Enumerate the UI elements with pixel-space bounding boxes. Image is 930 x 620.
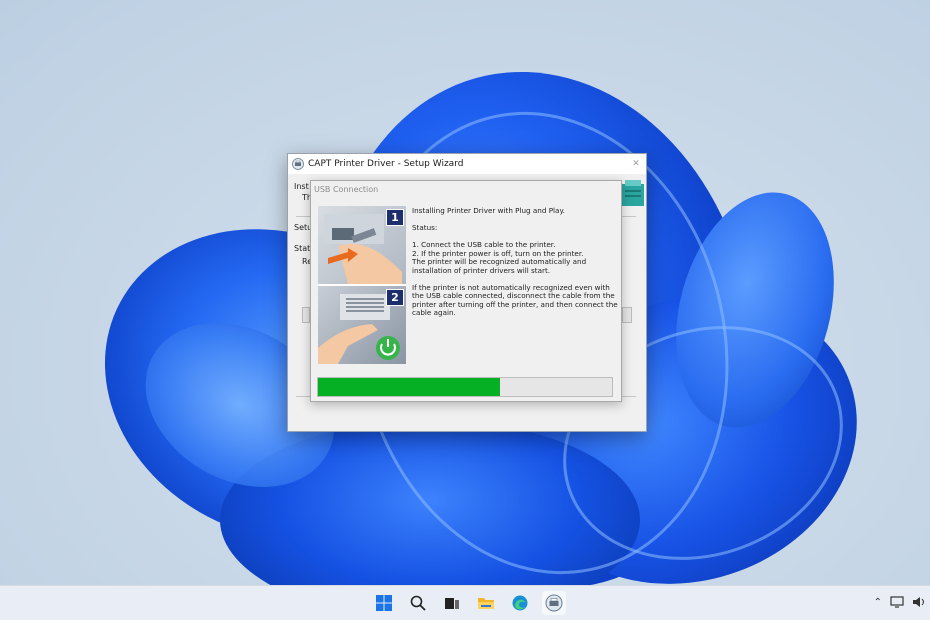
chevron-up-icon[interactable]: ⌃ bbox=[874, 597, 882, 608]
wizard-progress-bar-end bbox=[622, 307, 632, 323]
start-button[interactable] bbox=[372, 591, 396, 615]
progress-fill bbox=[318, 378, 501, 396]
install-progress-bar bbox=[317, 377, 613, 397]
windows-start-icon bbox=[376, 595, 392, 611]
step-number-1: 1 bbox=[386, 209, 404, 226]
edge-icon bbox=[512, 595, 528, 611]
file-explorer-icon bbox=[478, 598, 494, 609]
instructions-text: Installing Printer Driver with Plug and … bbox=[412, 206, 618, 318]
search-button[interactable] bbox=[406, 591, 430, 615]
usb-plug-illustration: 1 bbox=[318, 206, 406, 284]
instruction-step-3: The printer will be recognized automatic… bbox=[412, 257, 587, 275]
task-view-icon bbox=[445, 598, 459, 609]
system-tray: ⌃ bbox=[874, 596, 926, 608]
printer-icon bbox=[622, 180, 644, 206]
install-heading: Installing Printer Driver with Plug and … bbox=[412, 206, 565, 215]
setup-app-icon bbox=[545, 594, 563, 612]
wizard-title-bar[interactable]: CAPT Printer Driver - Setup Wizard ✕ bbox=[288, 154, 646, 174]
status-label: Stat bbox=[294, 244, 311, 253]
printer-setup-icon bbox=[292, 158, 304, 170]
usb-connection-dialog: USB Connection 1 2 Installing Printer Dr… bbox=[310, 180, 622, 402]
troubleshooting-note: If the printer is not automatically reco… bbox=[412, 282, 618, 317]
wizard-header-text: Inst bbox=[294, 182, 309, 191]
file-explorer-button[interactable] bbox=[474, 591, 498, 615]
wizard-title: CAPT Printer Driver - Setup Wizard bbox=[308, 159, 464, 169]
search-icon bbox=[410, 595, 426, 611]
taskbar-apps bbox=[372, 591, 566, 615]
wizard-progress-bar bbox=[302, 307, 310, 323]
connection-illustration: 1 2 bbox=[318, 206, 406, 364]
edge-button[interactable] bbox=[508, 591, 532, 615]
close-button[interactable]: ✕ bbox=[626, 159, 646, 169]
usb-dialog-title[interactable]: USB Connection bbox=[311, 181, 621, 197]
status-label: Status: bbox=[412, 223, 438, 232]
power-button-illustration: 2 bbox=[318, 286, 406, 364]
taskbar: ⌃ bbox=[0, 585, 930, 620]
setup-app-button[interactable] bbox=[542, 591, 566, 615]
volume-icon[interactable] bbox=[912, 596, 926, 608]
task-view-button[interactable] bbox=[440, 591, 464, 615]
step-number-2: 2 bbox=[386, 289, 404, 306]
display-icon[interactable] bbox=[890, 596, 904, 608]
